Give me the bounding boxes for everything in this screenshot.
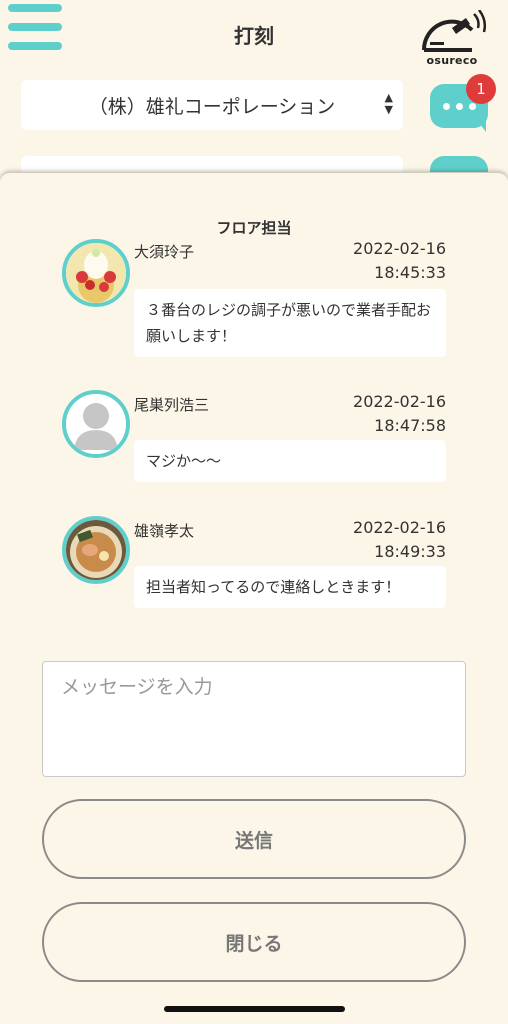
company-select-value: （株）雄礼コーポレーション <box>88 95 336 118</box>
send-button[interactable]: 送信 <box>42 799 466 879</box>
avatar[interactable] <box>62 239 130 307</box>
message-input[interactable]: メッセージを入力 <box>42 661 466 777</box>
logo-text: osureco <box>426 54 478 67</box>
chat-message: 尾巣列浩三 2022-02-16 18:47:58 マジか〜〜 <box>62 390 452 490</box>
company-select[interactable]: （株）雄礼コーポレーション ▲ ▼ <box>21 80 403 130</box>
avatar[interactable] <box>62 516 130 584</box>
message-bubble: ３番台のレジの調子が悪いので業者手配お願いします！ <box>134 289 446 357</box>
chat-message: 大須玲子 2022-02-16 18:45:33 ３番台のレジの調子が悪いので業… <box>62 237 452 367</box>
room-title: フロア担当 <box>216 219 292 237</box>
message-time: 18:45:33 <box>374 263 446 282</box>
message-bubble: 担当者知ってるので連絡しときます！ <box>134 566 446 608</box>
chat-modal: フロア担当 大須玲子 2022-02-16 18:45:33 ３番台のレジの調子… <box>0 172 508 1024</box>
message-timestamp: 2022-02-16 18:47:58 <box>353 390 446 438</box>
message-bubble: マジか〜〜 <box>134 440 446 482</box>
sender-name: 尾巣列浩三 <box>134 396 210 414</box>
message-timestamp: 2022-02-16 18:49:33 <box>353 516 446 564</box>
ramen-photo-icon <box>66 520 126 580</box>
message-time: 18:47:58 <box>374 416 446 435</box>
message-date: 2022-02-16 <box>353 239 446 258</box>
message-date: 2022-02-16 <box>353 392 446 411</box>
message-timestamp: 2022-02-16 18:45:33 <box>353 237 446 285</box>
unread-badge: 1 <box>466 74 496 104</box>
message-date: 2022-02-16 <box>353 518 446 537</box>
chat-bubble-tail <box>474 116 486 132</box>
sender-name: 雄嶺孝太 <box>134 522 195 540</box>
parfait-photo-icon <box>66 243 126 303</box>
osureco-logo[interactable]: osureco <box>416 9 488 70</box>
close-button[interactable]: 閉じる <box>42 902 466 982</box>
message-time: 18:49:33 <box>374 542 446 561</box>
avatar[interactable] <box>62 390 130 458</box>
default-user-icon <box>66 394 126 454</box>
logo-helmet-icon <box>421 9 487 52</box>
chat-message: 雄嶺孝太 2022-02-16 18:49:33 担当者知ってるので連絡しときま… <box>62 516 452 616</box>
sender-name: 大須玲子 <box>134 243 195 261</box>
select-arrows-icon: ▲ ▼ <box>384 91 393 116</box>
home-indicator <box>164 1006 345 1012</box>
message-input-placeholder: メッセージを入力 <box>61 676 213 698</box>
